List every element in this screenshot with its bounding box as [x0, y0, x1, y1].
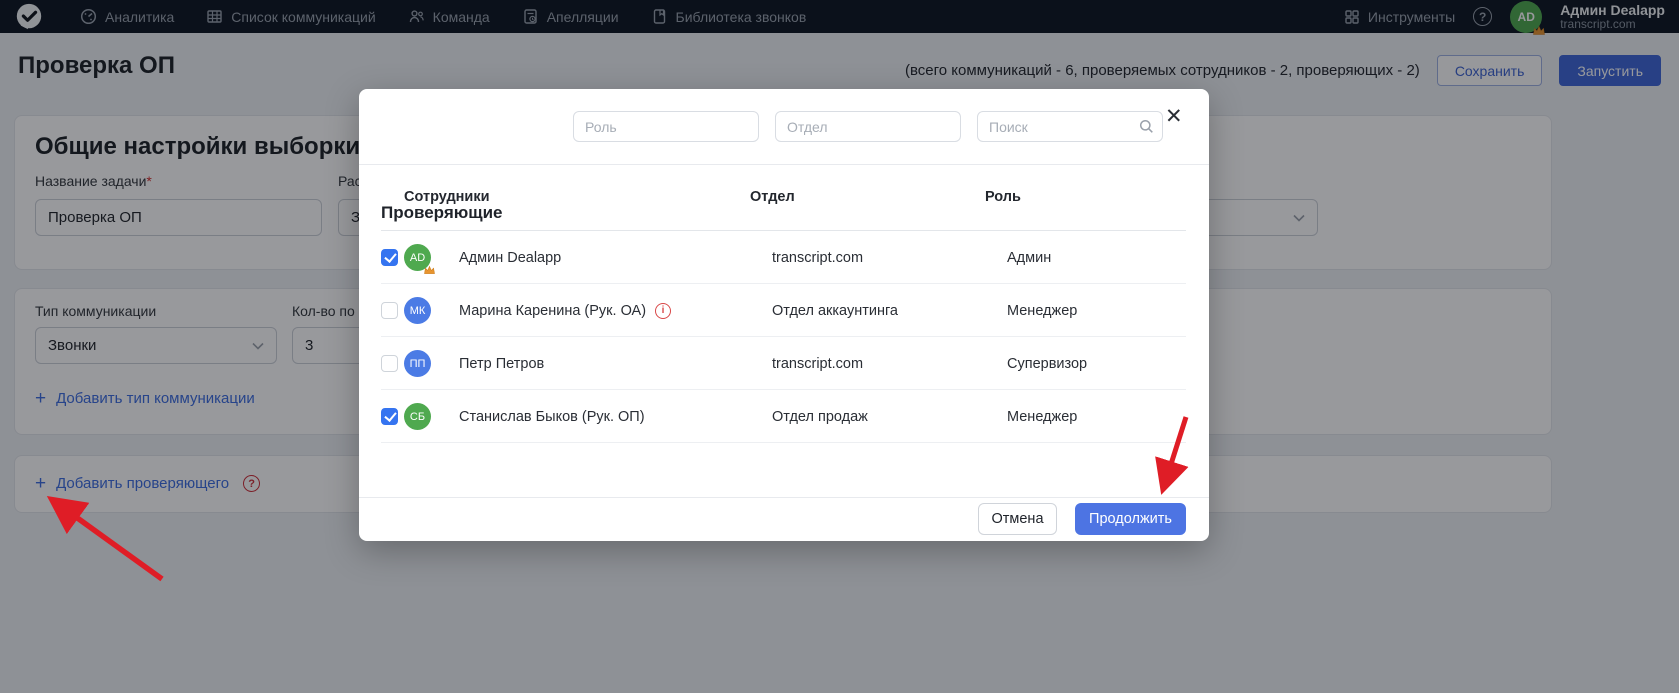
table-row: AD Админ Dealappi transcript.com Админ	[381, 231, 1186, 284]
close-icon[interactable]: ✕	[1165, 106, 1183, 127]
employee-name: Станислав Быков (Рук. ОП)i	[459, 390, 645, 443]
employee-name: Марина Каренина (Рук. ОА)i	[459, 284, 671, 337]
employee-role: Менеджер	[1007, 284, 1077, 337]
table-row: МК Марина Каренина (Рук. ОА)i Отдел акка…	[381, 284, 1186, 337]
info-icon[interactable]: i	[655, 303, 671, 319]
continue-button[interactable]: Продолжить	[1075, 503, 1186, 535]
modal-title: Проверяющие	[381, 203, 503, 223]
crown-icon	[423, 265, 436, 275]
employee-name: Админ Dealappi	[459, 231, 561, 284]
avatar: МК	[404, 297, 431, 324]
divider	[359, 164, 1209, 165]
employee-role: Админ	[1007, 231, 1051, 284]
table-row: ПП Петр Петровi transcript.com Супервизо…	[381, 337, 1186, 390]
avatar: ПП	[404, 350, 431, 377]
col-header-department: Отдел	[750, 189, 795, 205]
department-filter-input[interactable]	[775, 111, 961, 142]
reviewers-modal: Проверяющие ✕ Сотрудники Отдел Роль AD А…	[359, 89, 1209, 541]
cancel-button[interactable]: Отмена	[978, 503, 1057, 535]
row-checkbox[interactable]	[381, 249, 398, 266]
table-row: СБ Станислав Быков (Рук. ОП)i Отдел прод…	[381, 390, 1186, 443]
search-field	[977, 111, 1163, 142]
employee-department: Отдел аккаунтинга	[772, 284, 898, 337]
col-header-employees: Сотрудники	[404, 189, 490, 205]
avatar: СБ	[404, 403, 431, 430]
col-header-role: Роль	[985, 189, 1021, 205]
divider	[359, 497, 1209, 498]
employee-role: Менеджер	[1007, 390, 1077, 443]
search-icon	[1139, 119, 1154, 134]
avatar: AD	[404, 244, 431, 271]
employee-department: Отдел продаж	[772, 390, 868, 443]
employee-name: Петр Петровi	[459, 337, 544, 390]
row-checkbox[interactable]	[381, 408, 398, 425]
row-checkbox[interactable]	[381, 355, 398, 372]
employee-department: transcript.com	[772, 337, 863, 390]
employee-department: transcript.com	[772, 231, 863, 284]
employee-role: Супервизор	[1007, 337, 1087, 390]
row-checkbox[interactable]	[381, 302, 398, 319]
role-filter-input[interactable]	[573, 111, 759, 142]
search-input[interactable]	[977, 111, 1163, 142]
